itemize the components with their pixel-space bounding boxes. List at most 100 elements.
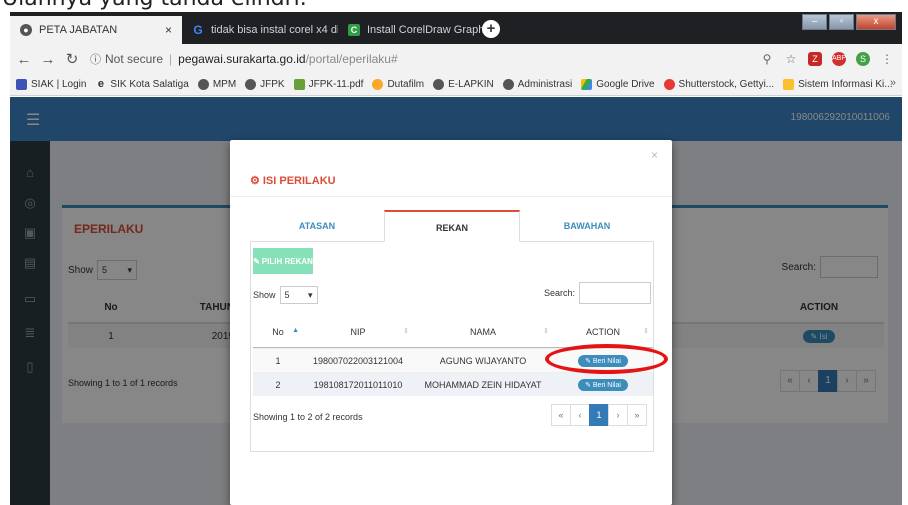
- caption-text: Ulahnya yang tanda elindri.: [2, 0, 908, 11]
- col-nama[interactable]: NAMA ⇕: [413, 327, 553, 337]
- edge-icon: e: [97, 78, 104, 90]
- bookmark-siak[interactable]: SIAK | Login: [16, 79, 86, 90]
- show-label: Show: [253, 290, 276, 300]
- bookmarks-bar: SIAK | Login e SIK Kota Salatiga MPM JFPK…: [10, 74, 902, 96]
- chrome-icon: ●: [20, 24, 32, 36]
- modal-tabs: ATASAN REKAN BAWAHAN: [250, 210, 654, 242]
- forward-arrow-icon[interactable]: →: [38, 51, 58, 68]
- cell-nama: AGUNG WIJAYANTO: [439, 355, 527, 366]
- dutafilm-icon: [372, 79, 384, 90]
- tab-bawahan[interactable]: BAWAHAN: [520, 210, 654, 242]
- modal-title-text: ISI PERILAKU: [262, 174, 336, 187]
- tab-google-search[interactable]: G tidak bisa instal corel x4 di windo ×: [182, 16, 338, 44]
- pencil-icon: ✎: [253, 256, 260, 266]
- bookmark-dutafilm[interactable]: Dutafilm: [372, 79, 424, 90]
- bookmark-label: MPM: [212, 79, 237, 90]
- toolbar-right: ⚲ ☆ Z ABP S ⋮: [760, 52, 894, 66]
- extension-s-icon[interactable]: S: [856, 52, 870, 66]
- modal-records-info: Showing 1 to 2 of 2 records: [253, 412, 363, 422]
- cell-action: ✎ Beri Nilai: [553, 378, 653, 391]
- modal-search-box: Search:: [544, 282, 651, 304]
- bookmark-label: Administrasi: [517, 79, 573, 90]
- beri-nilai-button[interactable]: ✎ Beri Nilai: [578, 378, 628, 391]
- bookmark-elapkin[interactable]: E-LAPKIN: [433, 79, 494, 90]
- maximize-button[interactable]: ▫: [829, 14, 854, 30]
- col-nip-label: NIP: [350, 326, 366, 337]
- cell-no: 2: [275, 379, 281, 390]
- close-tab-icon[interactable]: ×: [157, 23, 172, 37]
- sort-icon: ⇕: [543, 327, 549, 335]
- sort-icon: ⇕: [403, 327, 409, 335]
- star-icon[interactable]: ☆: [784, 52, 798, 66]
- bookmarks-more-icon[interactable]: »: [890, 77, 896, 89]
- modal-search-input[interactable]: [579, 282, 651, 304]
- col-action[interactable]: ACTION ⇕: [553, 327, 653, 337]
- bookmark-label: JFPK: [260, 79, 285, 90]
- extension-z-icon[interactable]: Z: [808, 52, 822, 66]
- security-label: Not secure: [105, 52, 164, 66]
- first-page-button[interactable]: «: [551, 404, 571, 426]
- shutterstock-icon: [663, 79, 675, 90]
- bookmark-google-drive[interactable]: Google Drive: [581, 79, 655, 90]
- globe-icon: [245, 79, 257, 90]
- bookmark-jfpk-pdf[interactable]: JFPK-11.pdf: [293, 79, 363, 90]
- file-icon: [293, 79, 305, 90]
- bookmark-jfpk[interactable]: JFPK: [245, 79, 285, 90]
- url-host: pegawai.surakarta.go.id: [178, 52, 306, 66]
- bookmark-label: Sistem Informasi Ki...: [798, 79, 893, 90]
- globe-icon: [197, 79, 209, 90]
- coreldraw-icon: C: [348, 24, 360, 36]
- col-no-label: No: [272, 326, 284, 337]
- modal-title: ⚙ ISI PERILAKU: [250, 174, 336, 188]
- zoom-icon[interactable]: ⚲: [760, 52, 774, 66]
- new-tab-button[interactable]: +: [482, 20, 500, 38]
- bookmark-shutterstock[interactable]: Shutterstock, Gettyi...: [663, 79, 774, 90]
- bookmark-label: Dutafilm: [387, 79, 425, 90]
- adblock-icon[interactable]: ABP: [832, 52, 846, 66]
- tab-peta-jabatan[interactable]: ● PETA JABATAN ×: [10, 16, 182, 44]
- tab-rekan[interactable]: REKAN: [384, 210, 520, 242]
- info-icon[interactable]: ⓘ: [90, 51, 101, 67]
- next-page-button[interactable]: ›: [608, 404, 628, 426]
- bookmark-sistem-informasi[interactable]: Sistem Informasi Ki...: [783, 79, 893, 90]
- tab-coreldraw[interactable]: C Install CorelDraw Graphics Suite ×: [338, 16, 488, 44]
- close-window-button[interactable]: x: [856, 14, 896, 30]
- pilih-rekan-label: PILIH REKAN: [261, 256, 313, 266]
- gear-icon: ⚙: [250, 175, 260, 187]
- table-row: 2 198108172011011010 MOHAMMAD ZEIN HIDAY…: [253, 372, 653, 396]
- bookmark-label: SIAK | Login: [31, 79, 87, 90]
- page-1-button[interactable]: 1: [589, 404, 609, 426]
- prev-page-button[interactable]: ‹: [570, 404, 590, 426]
- back-arrow-icon[interactable]: ←: [14, 51, 34, 68]
- search-label: Search:: [543, 288, 575, 298]
- col-nip[interactable]: NIP ⇕: [303, 327, 413, 337]
- bookmark-label: Google Drive: [596, 79, 655, 90]
- google-icon: G: [193, 23, 203, 37]
- col-action-label: ACTION: [585, 326, 620, 337]
- last-page-button[interactable]: »: [627, 404, 647, 426]
- col-no[interactable]: No ▲: [253, 327, 303, 337]
- tab-label: Install CorelDraw Graphics Suite: [367, 24, 488, 36]
- pilih-rekan-button[interactable]: ✎ PILIH REKAN: [253, 248, 313, 274]
- reload-icon[interactable]: ↻: [62, 50, 82, 68]
- bookmark-mpm[interactable]: MPM: [197, 79, 237, 90]
- menu-dots-icon[interactable]: ⋮: [880, 52, 894, 66]
- tab-atasan[interactable]: ATASAN: [250, 210, 384, 242]
- caption-fragment: Ulahnya yang tanda elindri.: [0, 0, 908, 12]
- browser-tab-strip: ● PETA JABATAN × G tidak bisa instal cor…: [10, 12, 902, 44]
- close-icon[interactable]: ×: [651, 148, 658, 162]
- address-bar[interactable]: ⓘ Not secure | pegawai.surakarta.go.id /…: [90, 51, 398, 67]
- bookmark-administrasi[interactable]: Administrasi: [502, 79, 573, 90]
- bookmark-sik-salatiga[interactable]: e SIK Kota Salatiga: [95, 78, 189, 91]
- tab-label: PETA JABATAN: [39, 24, 118, 36]
- modal-entries-select[interactable]: 5 ▾: [279, 286, 318, 304]
- cell-nip: 198108172011011010: [313, 379, 403, 390]
- beri-nilai-label: Beri Nilai: [592, 381, 621, 389]
- col-nama-label: NAMA: [469, 326, 496, 337]
- bookmark-label: SIK Kota Salatiga: [110, 79, 189, 90]
- title-divider: [230, 196, 672, 197]
- modal-show-entries: Show 5 ▾: [253, 286, 318, 304]
- cell-nip: 198007022003121004: [312, 355, 404, 366]
- minimize-button[interactable]: –: [802, 14, 827, 30]
- shield-icon: [783, 79, 795, 90]
